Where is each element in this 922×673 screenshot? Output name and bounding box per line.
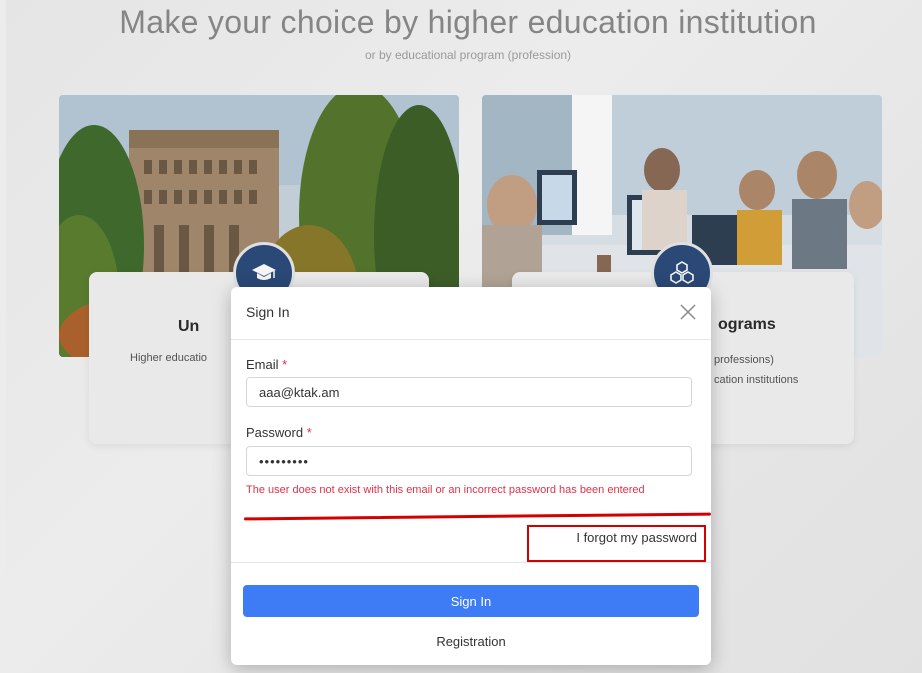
required-mark: * (282, 357, 288, 372)
password-field[interactable] (246, 446, 692, 476)
login-error-message: The user does not exist with this email … (246, 484, 645, 496)
sign-in-button[interactable]: Sign In (243, 585, 699, 617)
modal-divider (231, 562, 711, 563)
email-label: Email * (246, 357, 287, 372)
password-label: Password * (246, 425, 312, 440)
email-label-text: Email (246, 357, 279, 372)
close-button[interactable] (677, 301, 699, 323)
modal-title: Sign In (246, 304, 290, 320)
password-label-text: Password (246, 425, 304, 440)
email-field[interactable] (246, 377, 692, 407)
close-icon (680, 304, 696, 320)
modal-header: Sign In (231, 287, 711, 340)
annotation-underline (243, 512, 712, 521)
registration-link[interactable]: Registration (231, 634, 711, 649)
required-mark: * (306, 425, 312, 440)
sign-in-modal: Sign In Email * Password * The user does… (231, 287, 712, 665)
forgot-password-link[interactable]: I forgot my password (576, 530, 697, 545)
